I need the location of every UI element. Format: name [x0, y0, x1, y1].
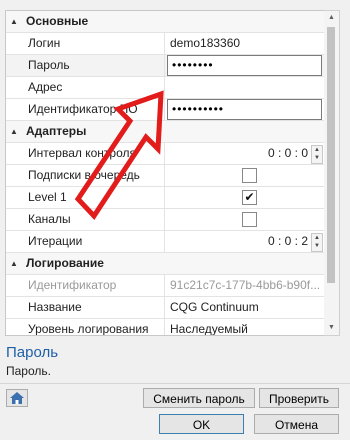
scroll-up-icon[interactable]: ▲	[324, 11, 339, 25]
description-text: Пароль.	[6, 364, 51, 378]
check-button[interactable]: Проверить	[259, 388, 339, 408]
home-icon	[10, 392, 24, 404]
change-password-button[interactable]: Сменить пароль	[143, 388, 255, 408]
cancel-button[interactable]: Отмена	[254, 414, 339, 434]
scroll-thumb[interactable]	[327, 27, 335, 283]
ok-button[interactable]: OK	[159, 414, 244, 434]
home-button[interactable]	[6, 389, 28, 407]
vertical-scrollbar[interactable]: ▲ ▼	[324, 10, 340, 336]
annotation-arrow	[74, 90, 164, 221]
separator	[0, 383, 350, 384]
description-title: Пароль	[6, 344, 59, 361]
scroll-down-icon[interactable]: ▼	[324, 321, 339, 335]
property-grid: ▲ Основные Логин demo183360 Пароль •••••…	[5, 10, 325, 336]
